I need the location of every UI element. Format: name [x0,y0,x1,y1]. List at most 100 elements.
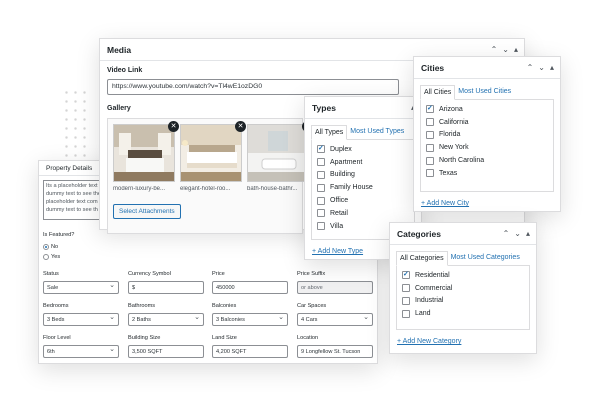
floor-level-select[interactable]: 6th [43,345,119,358]
checkbox-icon[interactable] [402,296,410,305]
gallery-thumb[interactable]: elegant-hotel-roo... ✕ [180,121,246,196]
checkbox-icon[interactable] [426,156,434,165]
car-spaces-select[interactable]: 4 Cars [297,313,373,326]
toggle-panel-icon[interactable]: ▴ [550,63,554,72]
bedrooms-select[interactable]: 3 Beds [43,313,119,326]
categories-header: Categories ⌃ ⌄ ▴ [390,223,536,245]
category-item[interactable]: Commercial [402,282,524,295]
move-down-icon[interactable]: ⌄ [514,229,521,238]
checkbox-icon[interactable] [317,209,325,218]
type-item[interactable]: Retail [317,207,409,220]
category-label: Land [415,310,431,318]
price-suffix-input[interactable]: or above [297,281,373,294]
bedroom-image [113,124,175,182]
tab-all-types[interactable]: All Types [311,125,348,140]
type-label: Apartment [330,158,363,166]
city-item[interactable]: Arizona [426,103,548,116]
checkbox-icon[interactable] [317,158,325,167]
price-label: Price [212,271,225,277]
city-item[interactable]: California [426,116,548,129]
type-item[interactable]: Office [317,194,409,207]
checkbox-icon[interactable] [317,222,325,231]
checkbox-icon[interactable] [317,170,325,179]
category-item[interactable]: Residential [402,269,524,282]
type-label: Villa [330,222,344,230]
currency-input[interactable]: $ [128,281,204,294]
media-title: Media [107,44,132,55]
price-input[interactable]: 450000 [212,281,288,294]
type-label: Duplex [330,145,352,153]
checkbox-icon[interactable] [426,169,434,178]
featured-no-radio[interactable]: No [43,244,58,250]
description-textarea[interactable]: Its a placeholder text - dummy text to s… [43,180,105,220]
checkbox-checked-icon[interactable] [402,270,410,280]
category-item[interactable]: Land [402,307,524,320]
type-item[interactable]: Family House [317,181,409,194]
tab-most-used-types[interactable]: Most Used Types [347,125,407,139]
toggle-panel-icon[interactable]: ▴ [514,45,518,54]
checkbox-icon[interactable] [426,118,434,127]
category-label: Commercial [415,284,453,292]
city-item[interactable]: Texas [426,167,548,180]
location-input[interactable]: 9 Longfellow St. Tucson [297,345,373,358]
remove-image-icon[interactable]: ✕ [168,121,179,132]
bathrooms-select[interactable]: 2 Baths [128,313,204,326]
balconies-select[interactable]: 3 Balconies [212,313,288,326]
city-item[interactable]: Florida [426,129,548,142]
checkbox-icon[interactable] [317,183,325,192]
add-new-type-link[interactable]: + Add New Type [312,248,363,255]
thumb-caption: elegant-hotel-roo... [180,186,231,192]
category-item[interactable]: Industrial [402,295,524,308]
city-item[interactable]: North Carolina [426,154,548,167]
move-up-icon[interactable]: ⌃ [503,229,510,238]
thumb-caption: modern-luxury-be... [113,186,166,192]
move-down-icon[interactable]: ⌄ [538,63,545,72]
categories-panel: Categories ⌃ ⌄ ▴ All Categories Most Use… [389,222,537,354]
remove-image-icon[interactable]: ✕ [235,121,246,132]
gallery-thumb[interactable]: bath-house-bathr... ✕ [247,121,313,196]
checkbox-icon[interactable] [402,284,410,293]
building-size-input[interactable]: 3,500 SQFT [128,345,204,358]
category-label: Residential [415,271,450,279]
tab-most-used-categories[interactable]: Most Used Categories [448,251,523,265]
checkbox-icon[interactable] [426,130,434,139]
cities-panel: Cities ⌃ ⌄ ▴ All Cities Most Used Cities… [413,56,561,212]
toggle-panel-icon[interactable]: ▴ [526,229,530,238]
status-label: Status [43,271,59,277]
bathrooms-label: Bathrooms [128,303,156,309]
move-up-icon[interactable]: ⌃ [527,63,534,72]
status-select[interactable]: Sale [43,281,119,294]
hotel-room-image [180,124,242,182]
checkbox-checked-icon[interactable] [317,144,325,154]
type-label: Retail [330,209,348,217]
city-item[interactable]: New York [426,141,548,154]
checkbox-icon[interactable] [402,309,410,318]
bathrooms-field: Bathrooms 2 Baths [128,303,204,326]
floor-level-label: Floor Level [43,335,71,341]
types-header: Types ▴ [305,97,421,119]
tab-most-used-cities[interactable]: Most Used Cities [455,85,514,99]
select-attachments-button[interactable]: Select Attachments [113,204,181,219]
type-item[interactable]: Duplex [317,143,409,156]
move-down-icon[interactable]: ⌄ [502,45,509,54]
floor-level-field: Floor Level 6th [43,335,119,358]
categories-title: Categories [397,228,441,239]
cities-header: Cities ⌃ ⌄ ▴ [414,57,560,79]
land-size-input[interactable]: 4,200 SQFT [212,345,288,358]
checkbox-icon[interactable] [317,196,325,205]
tab-all-cities[interactable]: All Cities [420,85,456,100]
gallery-thumb[interactable]: modern-luxury-be... ✕ [113,121,179,196]
add-new-city-link[interactable]: + Add New City [421,200,469,207]
move-up-icon[interactable]: ⌃ [491,45,498,54]
video-link-input[interactable]: https://www.youtube.com/watch?v=Tl4wE1oz… [107,79,399,95]
categories-tabs: All Categories Most Used Categories [396,251,530,266]
car-spaces-field: Car Spaces 4 Cars [297,303,373,326]
tab-all-categories[interactable]: All Categories [396,251,448,266]
featured-yes-radio[interactable]: Yes [43,254,60,260]
add-new-category-link[interactable]: + Add New Category [397,338,461,345]
type-item[interactable]: Apartment [317,156,409,169]
type-item[interactable]: Building [317,169,409,182]
checkbox-icon[interactable] [426,143,434,152]
featured-no-label: No [51,244,59,250]
checkbox-checked-icon[interactable] [426,104,434,114]
